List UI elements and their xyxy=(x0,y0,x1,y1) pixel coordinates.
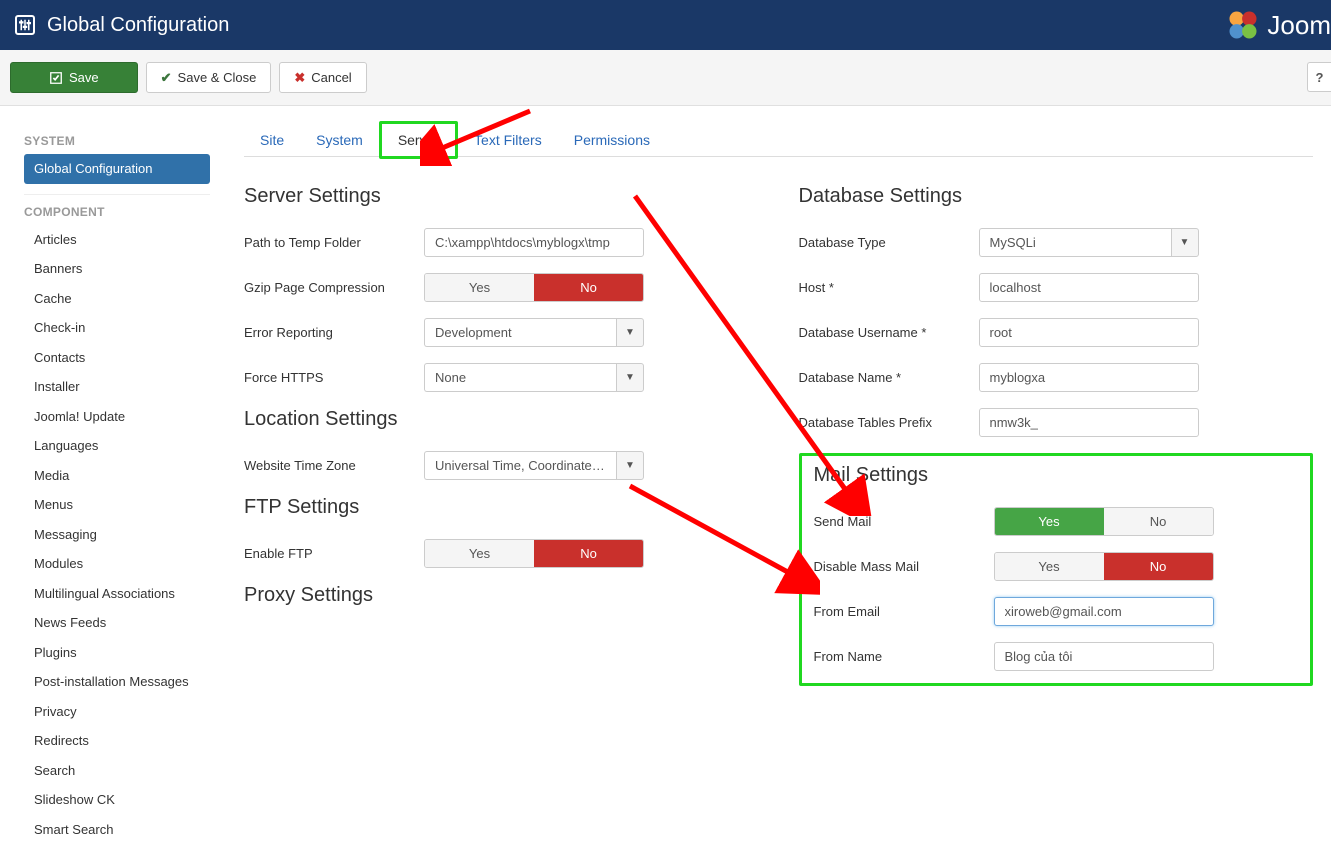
sidebar-group-system: SYSTEM xyxy=(24,134,210,148)
sidebar-item-media[interactable]: Media xyxy=(24,461,210,491)
mail-settings-highlight: Mail Settings Send Mail Yes No Disable M… xyxy=(799,453,1314,686)
sidebar-item-joomla-update[interactable]: Joomla! Update xyxy=(24,402,210,432)
sidebar-item-banners[interactable]: Banners xyxy=(24,254,210,284)
location-settings-heading: Location Settings xyxy=(244,408,759,431)
sidebar-item-installer[interactable]: Installer xyxy=(24,372,210,402)
brand: Joom xyxy=(1225,0,1331,50)
sidebar-item-privacy[interactable]: Privacy xyxy=(24,697,210,727)
disable-mass-mail-toggle[interactable]: Yes No xyxy=(994,552,1214,581)
sidebar-item-postinstall[interactable]: Post-installation Messages xyxy=(24,667,210,697)
sidebar-item-messaging[interactable]: Messaging xyxy=(24,520,210,550)
tmp-path-input[interactable] xyxy=(424,228,644,257)
header-bar: Global Configuration Joom xyxy=(0,0,1331,50)
gzip-no[interactable]: No xyxy=(534,274,643,301)
disable-mass-mail-label: Disable Mass Mail xyxy=(814,559,994,574)
sidebar-item-contacts[interactable]: Contacts xyxy=(24,343,210,373)
config-tabs: Site System Server Text Filters Permissi… xyxy=(244,124,1313,157)
proxy-settings-heading: Proxy Settings xyxy=(244,584,759,607)
from-name-label: From Name xyxy=(814,649,994,664)
force-https-label: Force HTTPS xyxy=(244,370,424,385)
enable-ftp-label: Enable FTP xyxy=(244,546,424,561)
send-mail-toggle[interactable]: Yes No xyxy=(994,507,1214,536)
db-user-label: Database Username * xyxy=(799,325,979,340)
save-button[interactable]: Save xyxy=(10,62,138,93)
db-type-select[interactable]: MySQLi ▼ xyxy=(979,228,1199,257)
mail-settings-heading: Mail Settings xyxy=(814,464,1299,487)
apply-icon xyxy=(49,71,63,85)
database-settings-heading: Database Settings xyxy=(799,185,1314,208)
send-mail-yes[interactable]: Yes xyxy=(995,508,1104,535)
sidebar-item-multilingual[interactable]: Multilingual Associations xyxy=(24,579,210,609)
send-mail-no[interactable]: No xyxy=(1104,508,1213,535)
from-email-label: From Email xyxy=(814,604,994,619)
cancel-icon: ✖ xyxy=(294,70,305,86)
ftp-no[interactable]: No xyxy=(534,540,643,567)
tab-system[interactable]: System xyxy=(300,124,379,156)
sidebar-item-languages[interactable]: Languages xyxy=(24,431,210,461)
ftp-settings-heading: FTP Settings xyxy=(244,496,759,519)
server-settings-heading: Server Settings xyxy=(244,185,759,208)
db-prefix-label: Database Tables Prefix xyxy=(799,415,979,430)
sidebar-item-global-config[interactable]: Global Configuration xyxy=(24,154,210,184)
db-host-label: Host * xyxy=(799,280,979,295)
save-close-button[interactable]: ✔ Save & Close xyxy=(146,62,272,93)
force-https-select[interactable]: None ▼ xyxy=(424,363,644,392)
help-button[interactable]: ? xyxy=(1307,62,1331,92)
timezone-label: Website Time Zone xyxy=(244,458,424,473)
tab-site[interactable]: Site xyxy=(244,124,300,156)
error-reporting-label: Error Reporting xyxy=(244,325,424,340)
from-name-input[interactable] xyxy=(994,642,1214,671)
chevron-down-icon: ▼ xyxy=(616,451,644,480)
mass-mail-yes[interactable]: Yes xyxy=(995,553,1104,580)
gzip-toggle[interactable]: Yes No xyxy=(424,273,644,302)
db-name-input[interactable] xyxy=(979,363,1199,392)
gzip-yes[interactable]: Yes xyxy=(425,274,534,301)
settings-icon xyxy=(15,15,35,35)
toolbar: Save ✔ Save & Close ✖ Cancel ? xyxy=(0,50,1331,106)
sidebar-item-modules[interactable]: Modules xyxy=(24,549,210,579)
db-name-label: Database Name * xyxy=(799,370,979,385)
sidebar-item-plugins[interactable]: Plugins xyxy=(24,638,210,668)
main-content: Site System Server Text Filters Permissi… xyxy=(220,106,1331,864)
sidebar-item-redirects[interactable]: Redirects xyxy=(24,726,210,756)
sidebar-divider xyxy=(24,194,210,195)
ftp-yes[interactable]: Yes xyxy=(425,540,534,567)
sidebar: SYSTEM Global Configuration COMPONENT Ar… xyxy=(0,106,220,864)
tab-permissions[interactable]: Permissions xyxy=(558,124,666,156)
chevron-down-icon: ▼ xyxy=(1171,228,1199,257)
db-host-input[interactable] xyxy=(979,273,1199,302)
sidebar-item-cache[interactable]: Cache xyxy=(24,284,210,314)
mass-mail-no[interactable]: No xyxy=(1104,553,1213,580)
send-mail-label: Send Mail xyxy=(814,514,994,529)
timezone-select[interactable]: Universal Time, Coordinated ... ▼ xyxy=(424,451,644,480)
sidebar-group-component: COMPONENT xyxy=(24,205,210,219)
db-user-input[interactable] xyxy=(979,318,1199,347)
enable-ftp-toggle[interactable]: Yes No xyxy=(424,539,644,568)
chevron-down-icon: ▼ xyxy=(616,363,644,392)
page-title: Global Configuration xyxy=(47,14,229,37)
sidebar-item-search[interactable]: Search xyxy=(24,756,210,786)
db-prefix-input[interactable] xyxy=(979,408,1199,437)
sidebar-item-menus[interactable]: Menus xyxy=(24,490,210,520)
cancel-button[interactable]: ✖ Cancel xyxy=(279,62,366,93)
sidebar-item-smartsearch[interactable]: Smart Search xyxy=(24,815,210,845)
sidebar-item-newsfeeds[interactable]: News Feeds xyxy=(24,608,210,638)
check-icon: ✔ xyxy=(161,70,172,86)
from-email-input[interactable] xyxy=(994,597,1214,626)
tab-text-filters[interactable]: Text Filters xyxy=(458,124,558,156)
db-type-label: Database Type xyxy=(799,235,979,250)
tab-server[interactable]: Server xyxy=(379,121,458,159)
error-reporting-select[interactable]: Development ▼ xyxy=(424,318,644,347)
tmp-path-label: Path to Temp Folder xyxy=(244,235,424,250)
sidebar-item-articles[interactable]: Articles xyxy=(24,225,210,255)
gzip-label: Gzip Page Compression xyxy=(244,280,424,295)
sidebar-item-slideshowck[interactable]: Slideshow CK xyxy=(24,785,210,815)
chevron-down-icon: ▼ xyxy=(616,318,644,347)
joomla-logo-icon xyxy=(1225,7,1261,43)
sidebar-item-checkin[interactable]: Check-in xyxy=(24,313,210,343)
